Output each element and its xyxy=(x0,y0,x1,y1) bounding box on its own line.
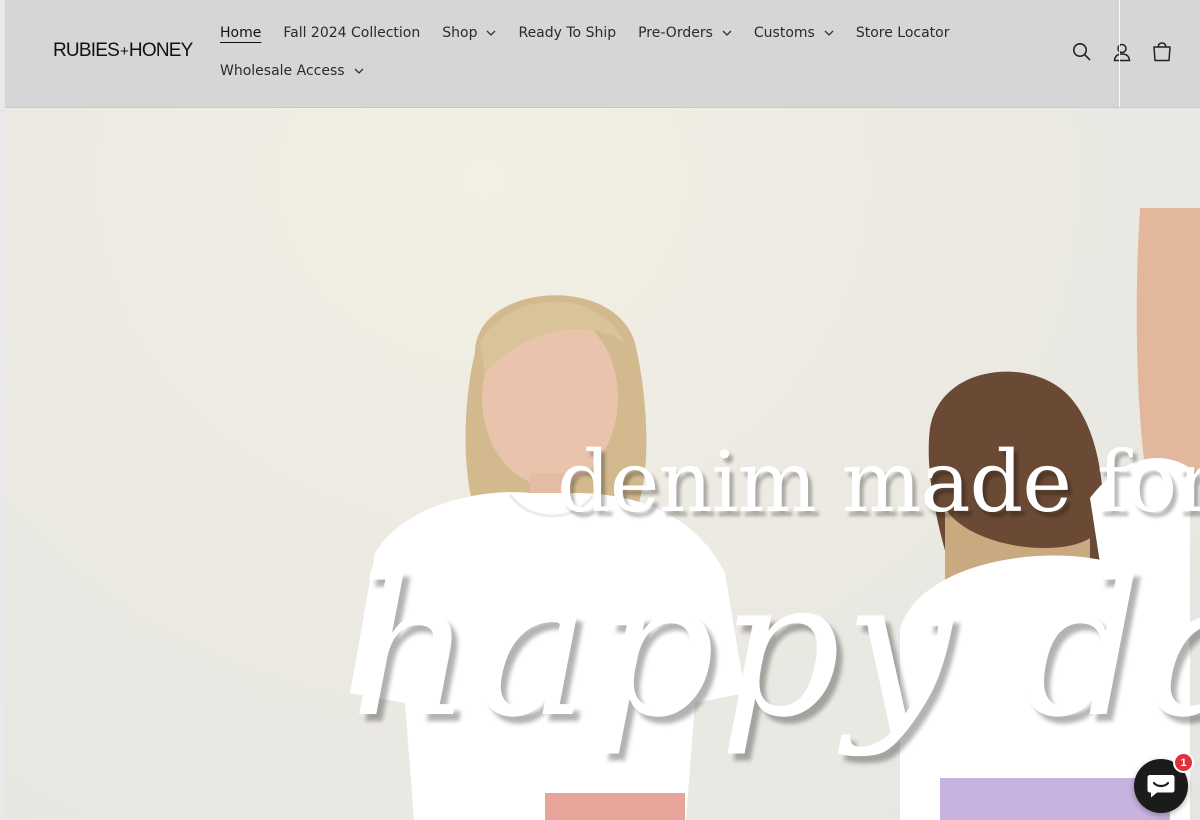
search-icon[interactable] xyxy=(1062,35,1102,69)
nav-item-store-locator[interactable]: Store Locator xyxy=(856,25,950,41)
main-nav: Home Fall 2024 Collection Shop Ready To … xyxy=(220,14,950,90)
nav-item-home[interactable]: Home xyxy=(220,25,261,41)
nav-item-pre-orders[interactable]: Pre-Orders xyxy=(638,25,732,41)
nav-item-ready-to-ship[interactable]: Ready To Ship xyxy=(518,25,616,41)
chat-icon xyxy=(1147,775,1175,798)
chevron-down-icon xyxy=(722,30,732,36)
cart-icon[interactable] xyxy=(1142,35,1182,69)
brand-logo[interactable]: RUBIES+HONEY xyxy=(53,40,193,62)
chevron-down-icon xyxy=(824,30,834,36)
site-header: RUBIES+HONEY Home Fall 2024 Collection S… xyxy=(5,0,1200,108)
nav-item-fall-2024-collection[interactable]: Fall 2024 Collection xyxy=(283,25,420,41)
nav-row-2: Wholesale Access xyxy=(220,52,940,90)
chat-notification-badge: 1 xyxy=(1173,752,1194,773)
nav-item-customs[interactable]: Customs xyxy=(754,25,834,41)
account-icon[interactable] xyxy=(1102,35,1142,69)
hero-video[interactable]: denim made for happy danc xyxy=(5,108,1200,820)
header-divider xyxy=(1119,0,1120,107)
nav-row-1: Home Fall 2024 Collection Shop Ready To … xyxy=(220,14,950,52)
chevron-down-icon xyxy=(486,30,496,36)
hero-headline-line-2: happy danc xyxy=(350,538,1200,759)
nav-item-shop[interactable]: Shop xyxy=(442,25,496,41)
hero-headline-line-1: denim made for xyxy=(557,433,1200,531)
chevron-down-icon xyxy=(354,68,364,74)
nav-item-wholesale-access[interactable]: Wholesale Access xyxy=(220,63,364,79)
header-icons xyxy=(1062,35,1182,69)
